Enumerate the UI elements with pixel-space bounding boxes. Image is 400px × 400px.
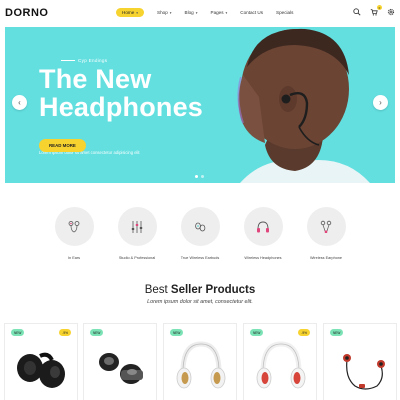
hero-model-image [237,28,370,183]
header: DORNO Home ▾ Shop ▾ Blog ▾ Pages ▾ Contact U… [0,0,400,27]
cart-icon[interactable]: 0 [370,5,382,16]
earphone-icon [320,220,332,233]
hero-banner: Cyp Endings The New Headphones Lorem ips… [5,27,395,183]
category-label: True Wireless Earbuds [180,256,220,260]
category-circle [306,207,346,246]
product-card[interactable]: NEW -9% [4,323,78,400]
category-circle [243,207,283,246]
new-badge: NEW [11,329,25,336]
category-label: Wireless Earphone [309,256,343,260]
nav-home[interactable]: Home ▾ [116,8,145,17]
chevron-down-icon: ▾ [136,10,139,15]
hero-title-line: The New [39,64,152,94]
nav-label: Shop [157,10,168,15]
hero-title: The New Headphones [39,65,203,121]
category-item[interactable]: In Ears [44,207,104,260]
nav-pages[interactable]: Pages ▾ [211,10,228,15]
product-image [343,354,385,390]
product-image [176,341,226,389]
chevron-down-icon: ▾ [195,10,198,15]
main-nav: Home ▾ Shop ▾ Blog ▾ Pages ▾ Contact Us Spec… [116,8,306,17]
hero-tagline: Cyp Endings [61,58,107,63]
category-item[interactable]: Wireless Headphones [233,207,293,260]
hero-title-line: Headphones [39,92,204,122]
slider-dots [195,175,204,178]
nav-blog[interactable]: Blog ▾ [185,10,198,15]
slider-prev-button[interactable]: ‹ [12,95,27,110]
nav-specials[interactable]: Specials [276,10,293,15]
category-item[interactable]: Studio & Professional [107,207,167,260]
product-card[interactable]: NEW [83,323,157,400]
category-label: Studio & Professional [118,256,156,260]
category-circle [117,207,157,246]
mixer-icon [131,220,143,233]
category-item[interactable]: True Wireless Earbuds [170,207,230,260]
product-card[interactable]: NEW [163,323,237,400]
new-badge: NEW [90,329,104,336]
nav-label: Specials [276,10,294,15]
category-circle [180,207,220,246]
nav-label: Home [122,10,135,15]
site-logo[interactable]: DORNO [5,7,48,19]
section-title-bold: Seller Products [170,284,256,296]
section-subtitle: Lorem ipsum dolor sit amet, consectetur … [147,299,253,305]
category-label: Wireless Headphones [244,256,282,260]
chevron-down-icon: ▾ [225,10,228,15]
search-icon[interactable] [353,8,361,16]
nav-label: Blog [184,10,194,15]
section-title-light: Best [144,284,171,296]
nav-shop[interactable]: Shop ▾ [157,10,172,15]
new-badge: NEW [250,329,264,336]
nav-label: Pages [210,10,224,15]
category-label: In Ears [67,256,81,260]
new-badge: NEW [170,329,184,336]
chevron-right-icon: › [379,98,382,107]
product-image [17,352,65,388]
cart-count-badge: 0 [377,5,382,10]
nav-label: Contact Us [240,10,264,15]
category-item[interactable]: Wireless Earphone [296,207,356,260]
category-circle [54,207,94,246]
headphones-icon [257,221,269,232]
product-image [256,341,306,389]
slider-dot[interactable] [195,175,198,178]
slider-dot[interactable] [201,175,204,178]
chevron-down-icon: ▾ [169,10,172,15]
sale-badge: -9% [59,329,71,336]
product-card[interactable]: NEW -9% [243,323,317,400]
new-badge: NEW [330,329,344,336]
in-ear-icon [68,220,80,232]
product-grid: NEW -9% NEW NEW NEW -9% NEW [0,320,400,400]
product-card[interactable]: NEW [323,323,397,400]
settings-icon[interactable] [387,8,395,16]
earbuds-icon [195,222,206,231]
slider-next-button[interactable]: › [373,95,388,110]
sale-badge: -9% [298,329,310,336]
chevron-left-icon: ‹ [18,98,21,107]
category-list: In Ears Studio & Professional True Wirel… [0,207,400,267]
nav-contact[interactable]: Contact Us [240,10,263,15]
product-image [99,353,143,384]
section-title: Best Seller Products [0,284,400,296]
read-more-button[interactable]: READ MORE [39,139,86,152]
header-icons: 0 [353,5,395,16]
